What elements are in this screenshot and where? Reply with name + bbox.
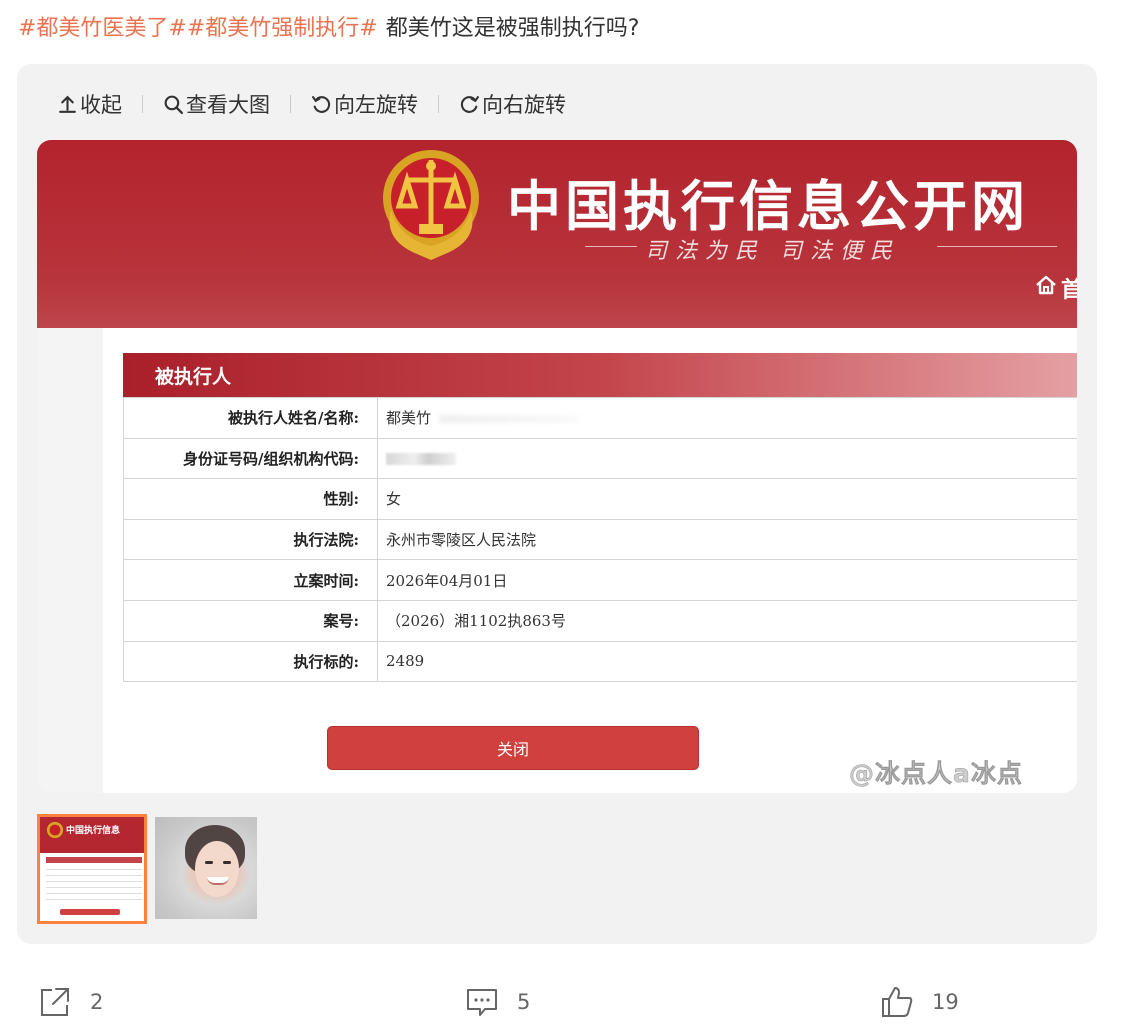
table-row: 执行标的: 2489: [123, 640, 1077, 683]
comment-count: 5: [517, 990, 531, 1014]
row-value: 女: [377, 478, 1077, 520]
rotate-left-label: 向左旋转: [334, 93, 418, 117]
comment-icon: [467, 989, 497, 1016]
row-label: 被执行人姓名/名称:: [123, 397, 378, 439]
thumb-button: [60, 909, 120, 915]
row-value: 都美竹: [377, 397, 1077, 439]
photo-face: [195, 841, 239, 897]
rotate-right-label: 向右旋转: [482, 93, 566, 117]
site-slogan: 司法为民 司法便民: [645, 239, 900, 264]
thumbnail-photo[interactable]: [155, 814, 265, 924]
row-label: 性别:: [123, 478, 378, 520]
row-value: 2489: [377, 640, 1077, 683]
share-icon: [41, 988, 69, 1016]
thumb-row-line: [46, 881, 142, 882]
rotate-right-icon: [460, 95, 479, 113]
hashtag-link[interactable]: #都美竹医美了#: [18, 16, 187, 41]
image-toolbar: 收起 查看大图 向左旋转 向右旋转: [57, 91, 566, 117]
row-label: 身份证号码/组织机构代码:: [123, 437, 378, 480]
row-value: （2026）湘1102执863号: [377, 599, 1077, 642]
thumb-row-line: [46, 893, 142, 894]
home-nav-partial: 首: [1061, 278, 1077, 303]
like-button[interactable]: 19: [880, 985, 959, 1019]
selfie-photo: [155, 817, 257, 919]
collapse-label: 收起: [80, 93, 122, 117]
rotate-left-icon: [312, 95, 331, 113]
info-table: 被执行人姓名/名称: 都美竹 身份证号码/组织机构代码: 性别: 女 执行法院:…: [123, 397, 1077, 683]
upload-icon: [59, 95, 76, 113]
rotate-left-button[interactable]: 向左旋转: [311, 89, 418, 119]
home-icon: [1036, 275, 1056, 295]
toolbar-divider: [438, 95, 439, 113]
main-image[interactable]: 中国执行信息公开网 司法为民 司法便民 首 被执行人 被执行人姓名/名称: 都美…: [37, 140, 1077, 793]
thumbnail-strip: 中国执行信息: [37, 814, 265, 924]
toolbar-divider: [142, 95, 143, 113]
photo-eye: [223, 861, 231, 864]
thumb-title: 中国执行信息: [66, 826, 121, 836]
table-row: 被执行人姓名/名称: 都美竹: [123, 397, 1077, 439]
thumb-row-line: [46, 875, 142, 876]
slogan-rule: [937, 246, 1057, 247]
site-title: 中国执行信息公开网: [507, 175, 1029, 238]
media-card: 收起 查看大图 向左旋转 向右旋转 中国执行信息公开网 司法为民 司法便民 首 …: [17, 64, 1097, 944]
thumbnail-document[interactable]: 中国执行信息: [37, 814, 147, 924]
thumb-row-line: [46, 869, 142, 870]
row-value: 2026年04月01日: [377, 559, 1077, 601]
section-header: 被执行人: [123, 353, 1077, 397]
share-button[interactable]: 2: [38, 985, 103, 1019]
thumbs-up-icon: [882, 987, 913, 1017]
row-label: 执行法院:: [123, 518, 378, 561]
table-row: 性别: 女: [123, 478, 1077, 520]
like-count: 19: [932, 990, 959, 1014]
executed-person-dialog: 被执行人 被执行人姓名/名称: 都美竹 身份证号码/组织机构代码: 性别: 女 …: [103, 328, 1077, 793]
table-row: 立案时间: 2026年04月01日: [123, 559, 1077, 601]
thumb-section-bar: [46, 857, 142, 863]
redacted-id-blur: [386, 453, 456, 466]
table-row: 执行法院: 永州市零陵区人民法院: [123, 518, 1077, 561]
rotate-right-button[interactable]: 向右旋转: [459, 89, 566, 119]
redacted-blur: [439, 415, 580, 424]
hashtag-link[interactable]: #都美竹强制执行#: [187, 16, 378, 41]
post-action-bar: 2 5 19: [0, 985, 1126, 1025]
search-icon: [164, 95, 184, 114]
view-large-label: 查看大图: [186, 93, 270, 117]
photo-eye: [205, 861, 213, 864]
view-large-button[interactable]: 查看大图: [163, 89, 270, 119]
comment-button[interactable]: 5: [465, 985, 530, 1019]
collapse-button[interactable]: 收起: [57, 89, 122, 119]
thumb-row-line: [46, 899, 142, 900]
court-emblem-icon: [46, 821, 64, 839]
weibo-watermark: @冰点人a冰点: [849, 759, 1023, 789]
toolbar-divider: [290, 95, 291, 113]
share-count: 2: [90, 990, 104, 1014]
thumb-row-line: [46, 887, 142, 888]
row-value: 永州市零陵区人民法院: [377, 518, 1077, 561]
slogan-rule: [585, 246, 637, 247]
page-backdrop: [37, 328, 103, 793]
row-label: 执行标的:: [123, 640, 378, 683]
post-body: 都美竹这是被强制执行吗?: [385, 16, 640, 41]
table-row: 案号: （2026）湘1102执863号: [123, 599, 1077, 642]
row-value: [377, 437, 1077, 480]
thumbnail-document-preview: 中国执行信息: [40, 817, 144, 921]
row-label: 立案时间:: [123, 559, 378, 601]
close-button: 关闭: [327, 726, 699, 770]
court-emblem-icon: [383, 150, 479, 260]
row-label: 案号:: [123, 599, 378, 642]
post-text: #都美竹医美了##都美竹强制执行# 都美竹这是被强制执行吗?: [18, 14, 639, 44]
table-row: 身份证号码/组织机构代码:: [123, 437, 1077, 480]
section-title: 被执行人: [155, 366, 232, 388]
